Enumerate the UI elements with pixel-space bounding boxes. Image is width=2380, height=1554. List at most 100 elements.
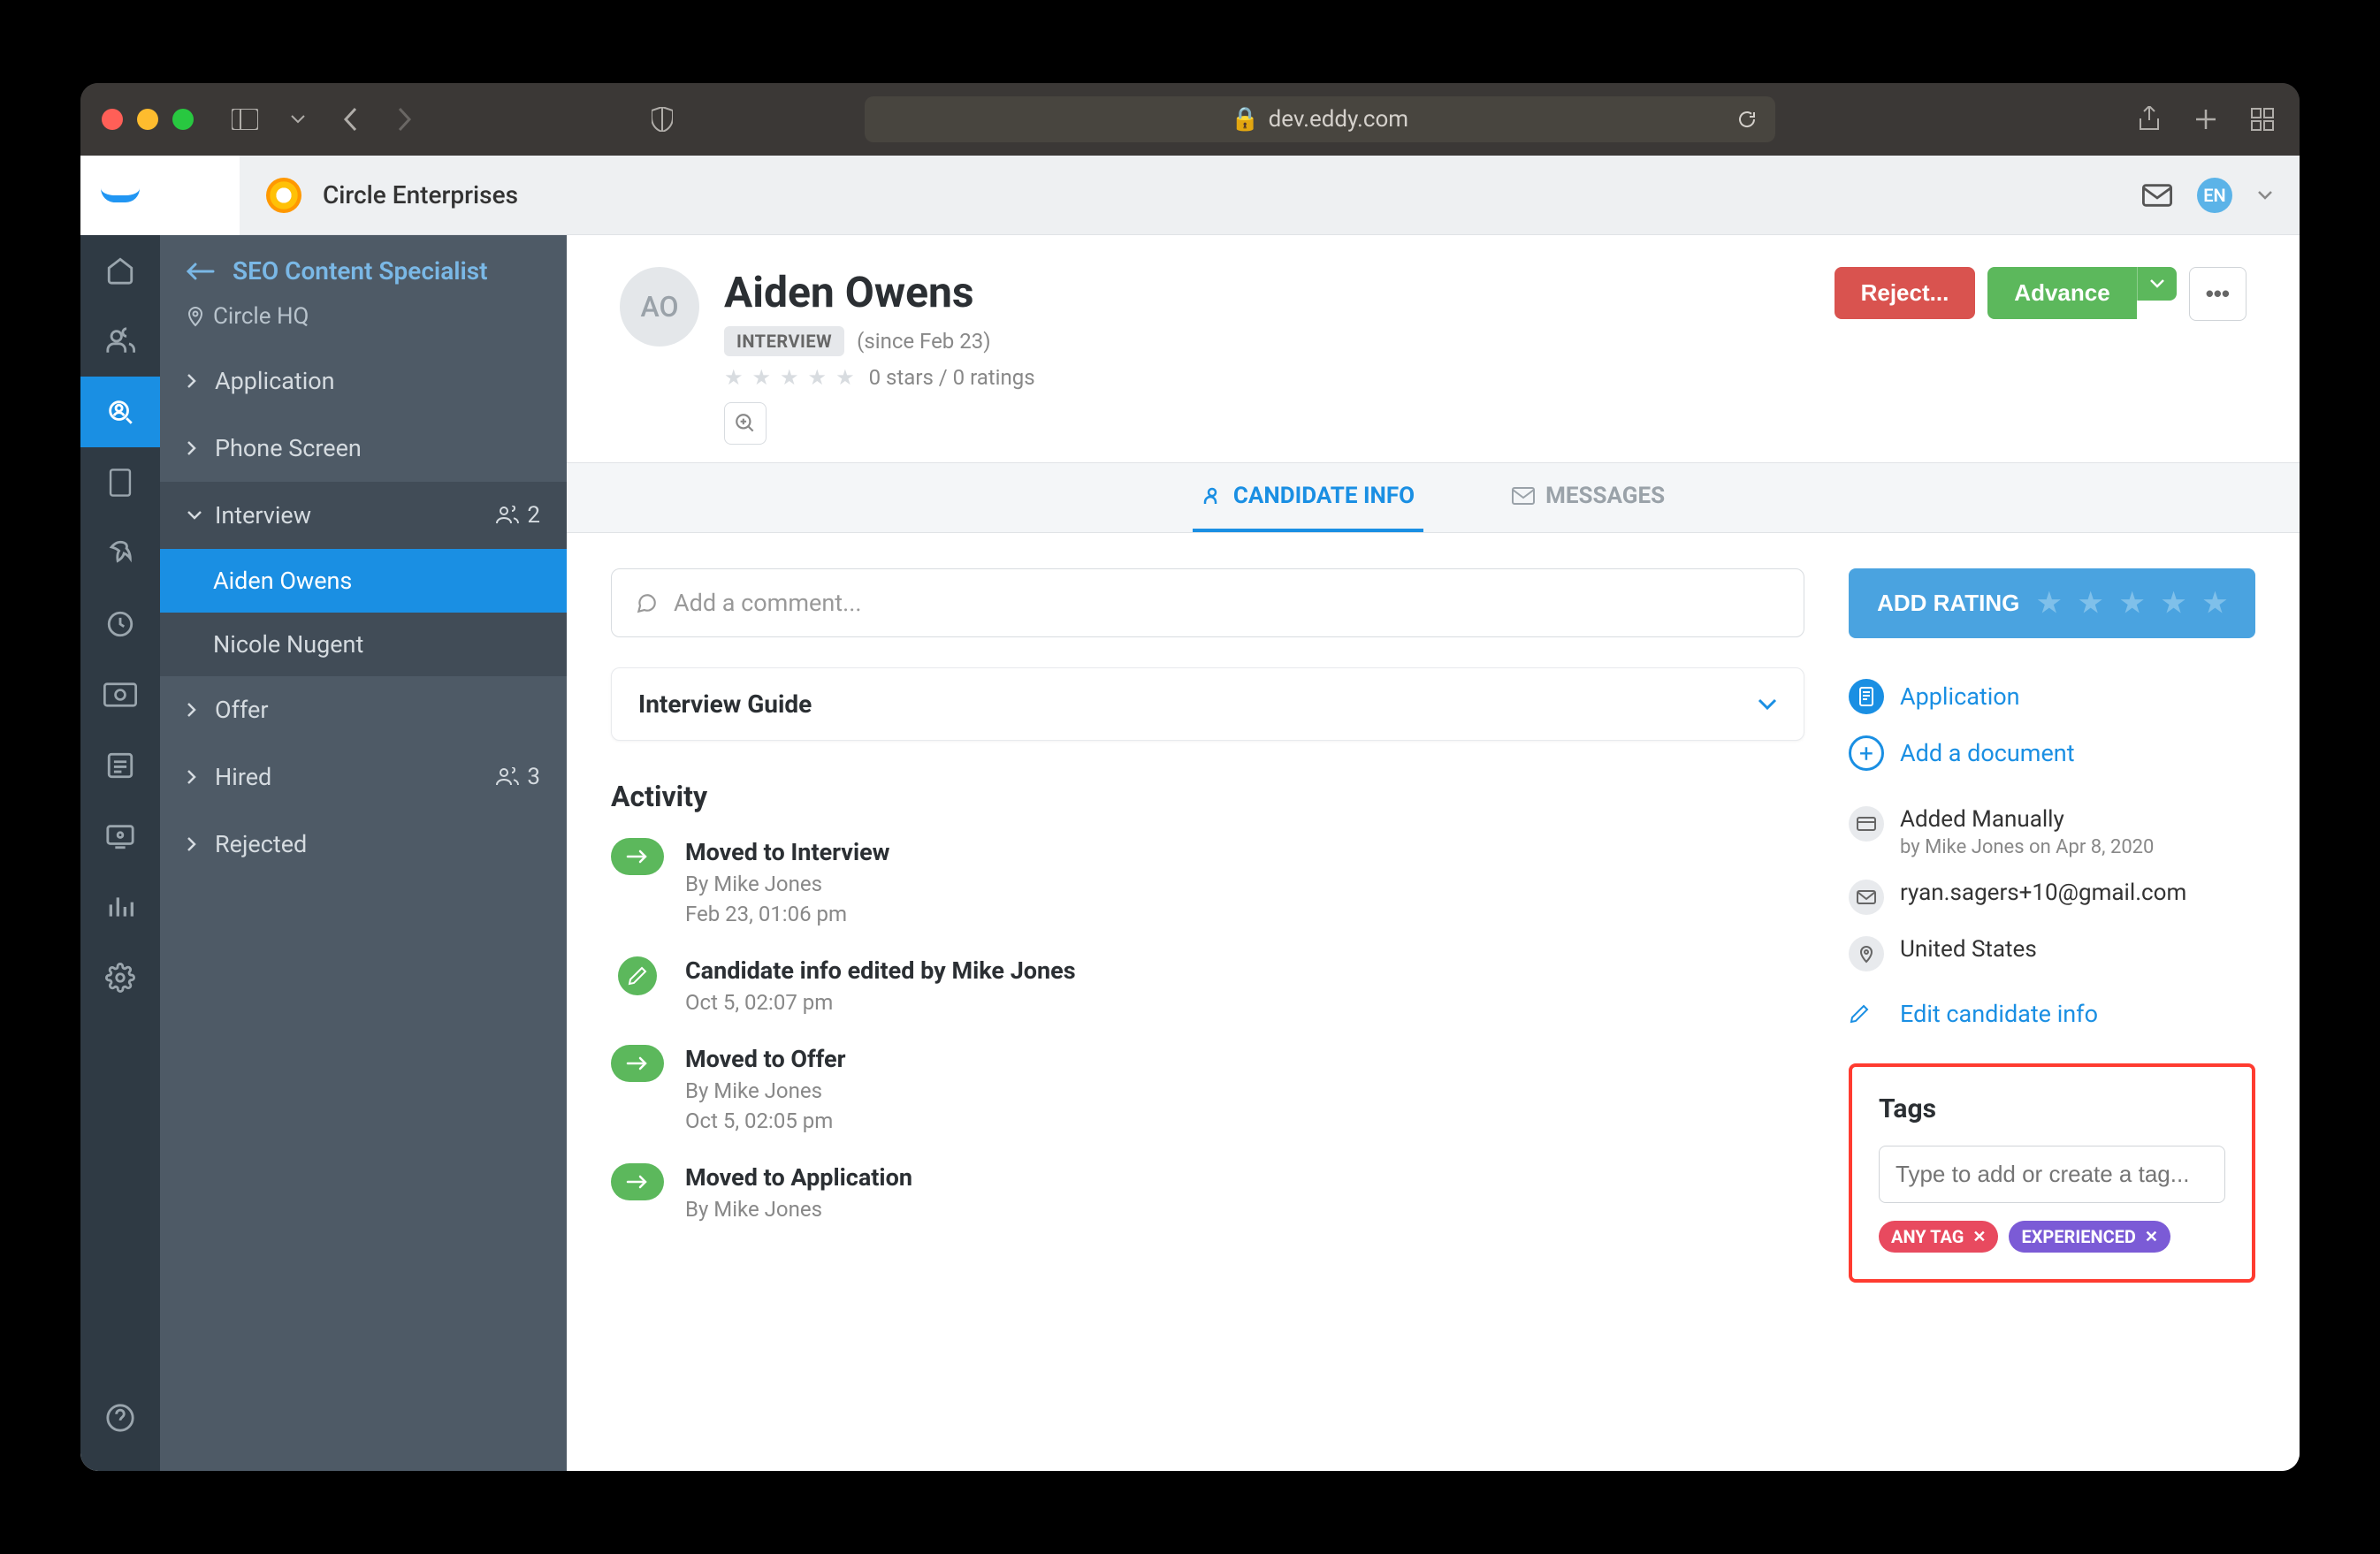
rail-reports[interactable] xyxy=(80,730,160,801)
tags-input[interactable] xyxy=(1879,1146,2225,1203)
rail-analytics[interactable] xyxy=(80,872,160,942)
brand-logo[interactable] xyxy=(80,156,160,235)
user-menu-chevron-icon[interactable] xyxy=(2257,190,2273,201)
stage-offer[interactable]: Offer xyxy=(160,676,567,743)
stage-application[interactable]: Application xyxy=(160,347,567,415)
tags-section: Tags ANY TAG✕ EXPERIENCED✕ xyxy=(1849,1063,2255,1283)
candidate-side-panel: SEO Content Specialist Circle HQ Applica… xyxy=(160,235,567,1471)
add-rating-button[interactable]: ADD RATING ★★★★★ xyxy=(1849,568,2255,638)
forward-icon[interactable] xyxy=(388,103,420,135)
pencil-icon xyxy=(1849,1003,1884,1025)
new-tab-icon[interactable] xyxy=(2190,103,2222,135)
rail-payroll[interactable] xyxy=(80,659,160,730)
chevron-down-icon xyxy=(187,510,202,521)
application-link[interactable]: Application xyxy=(1849,668,2255,725)
rail-people[interactable] xyxy=(80,306,160,377)
share-icon[interactable] xyxy=(2133,103,2165,135)
notifications-icon[interactable] xyxy=(2142,183,2172,208)
rail-home[interactable] xyxy=(80,235,160,306)
location-info: United States xyxy=(1849,926,2255,982)
back-icon[interactable] xyxy=(335,103,367,135)
pencil-icon xyxy=(618,956,657,995)
add-document-link[interactable]: + Add a document xyxy=(1849,725,2255,781)
stage-interview[interactable]: Interview 2 xyxy=(160,482,567,549)
envelope-icon xyxy=(1512,487,1535,505)
tab-candidate-info[interactable]: CANDIDATE INFO xyxy=(1193,463,1423,532)
stage-hired[interactable]: Hired 3 xyxy=(160,743,567,811)
comment-input[interactable]: Add a comment... xyxy=(611,568,1804,637)
interview-guide-toggle[interactable]: Interview Guide xyxy=(611,667,1804,741)
user-avatar[interactable]: EN xyxy=(2197,178,2232,213)
people-count-icon xyxy=(495,767,520,787)
edit-candidate-link[interactable]: Edit candidate info xyxy=(1849,982,2255,1046)
window-close[interactable] xyxy=(102,109,123,130)
reject-button[interactable]: Reject... xyxy=(1835,267,1976,319)
chevron-right-icon xyxy=(187,440,202,456)
top-bar: Circle Enterprises EN xyxy=(240,156,2300,235)
back-arrow-icon[interactable] xyxy=(187,263,215,280)
window-maximize[interactable] xyxy=(172,109,194,130)
tab-messages[interactable]: MESSAGES xyxy=(1503,463,1674,532)
reload-icon[interactable] xyxy=(1736,109,1758,130)
candidate-name: Aiden Owens xyxy=(724,267,1810,317)
activity-row: Moved to Interview By Mike Jones Feb 23,… xyxy=(611,838,1804,926)
tag-pill[interactable]: EXPERIENCED✕ xyxy=(2009,1221,2170,1253)
more-actions-button[interactable]: ••• xyxy=(2189,267,2247,321)
sidebar-toggle-icon[interactable] xyxy=(229,103,261,135)
rail-documents[interactable] xyxy=(80,447,160,518)
rating-text: 0 stars / 0 ratings xyxy=(869,365,1035,390)
rail-help[interactable] xyxy=(80,1383,160,1453)
chevron-right-icon xyxy=(187,373,202,389)
browser-titlebar: 🔒 dev.eddy.com xyxy=(80,83,2300,156)
arrow-right-icon xyxy=(611,1045,664,1082)
activity-heading: Activity xyxy=(611,780,1804,813)
rail-recruiting[interactable] xyxy=(80,377,160,447)
icon-rail xyxy=(80,156,160,1471)
chevron-down-icon xyxy=(1758,698,1777,711)
activity-row: Moved to Offer By Mike Jones Oct 5, 02:0… xyxy=(611,1045,1804,1133)
activity-row: Candidate info edited by Mike Jones Oct … xyxy=(611,956,1804,1015)
candidate-nicole[interactable]: Nicole Nugent xyxy=(160,613,567,676)
url-bar[interactable]: 🔒 dev.eddy.com xyxy=(865,96,1775,142)
activity-row: Moved to Application By Mike Jones xyxy=(611,1163,1804,1222)
stage-since: (since Feb 23) xyxy=(857,329,990,354)
comment-icon xyxy=(635,591,658,614)
lock-icon: 🔒 xyxy=(1231,106,1259,133)
remove-tag-icon[interactable]: ✕ xyxy=(1972,1228,1986,1246)
remove-tag-icon[interactable]: ✕ xyxy=(2145,1228,2158,1246)
chevron-right-icon xyxy=(187,836,202,852)
stage-badge: INTERVIEW xyxy=(724,326,844,356)
tags-heading: Tags xyxy=(1879,1093,2225,1124)
envelope-icon xyxy=(1849,880,1884,915)
main-content: AO Aiden Owens INTERVIEW (since Feb 23) … xyxy=(567,235,2300,1471)
stage-phone-screen[interactable]: Phone Screen xyxy=(160,415,567,482)
add-attachment-button[interactable] xyxy=(724,402,767,445)
url-text: dev.eddy.com xyxy=(1269,106,1409,133)
chevron-right-icon xyxy=(187,702,202,718)
email-info: ryan.sagers+10@gmail.com xyxy=(1849,869,2255,926)
added-manually-info: Added Manually by Mike Jones on Apr 8, 2… xyxy=(1849,796,2255,869)
people-count-icon xyxy=(495,506,520,525)
stage-rejected[interactable]: Rejected xyxy=(160,811,567,878)
org-logo[interactable] xyxy=(266,178,301,213)
chevron-down-icon[interactable] xyxy=(282,103,314,135)
rail-time[interactable] xyxy=(80,589,160,659)
card-icon xyxy=(1849,806,1884,842)
candidate-aiden[interactable]: Aiden Owens xyxy=(160,549,567,613)
chevron-right-icon xyxy=(187,769,202,785)
arrow-right-icon xyxy=(611,838,664,875)
person-icon xyxy=(1201,485,1223,507)
location-pin-icon xyxy=(187,306,204,327)
rail-training[interactable] xyxy=(80,801,160,872)
job-location: Circle HQ xyxy=(213,303,309,330)
rail-settings[interactable] xyxy=(80,942,160,1013)
rail-timeoff[interactable] xyxy=(80,518,160,589)
org-name: Circle Enterprises xyxy=(323,180,518,209)
rating-stars[interactable]: ★★★★★ 0 stars / 0 ratings xyxy=(724,365,1810,390)
tabs-grid-icon[interactable] xyxy=(2247,103,2278,135)
shield-icon[interactable] xyxy=(646,103,678,135)
tag-pill[interactable]: ANY TAG✕ xyxy=(1879,1221,1998,1253)
advance-button[interactable]: Advance xyxy=(1987,267,2136,319)
window-minimize[interactable] xyxy=(137,109,158,130)
advance-dropdown[interactable] xyxy=(2137,267,2177,301)
